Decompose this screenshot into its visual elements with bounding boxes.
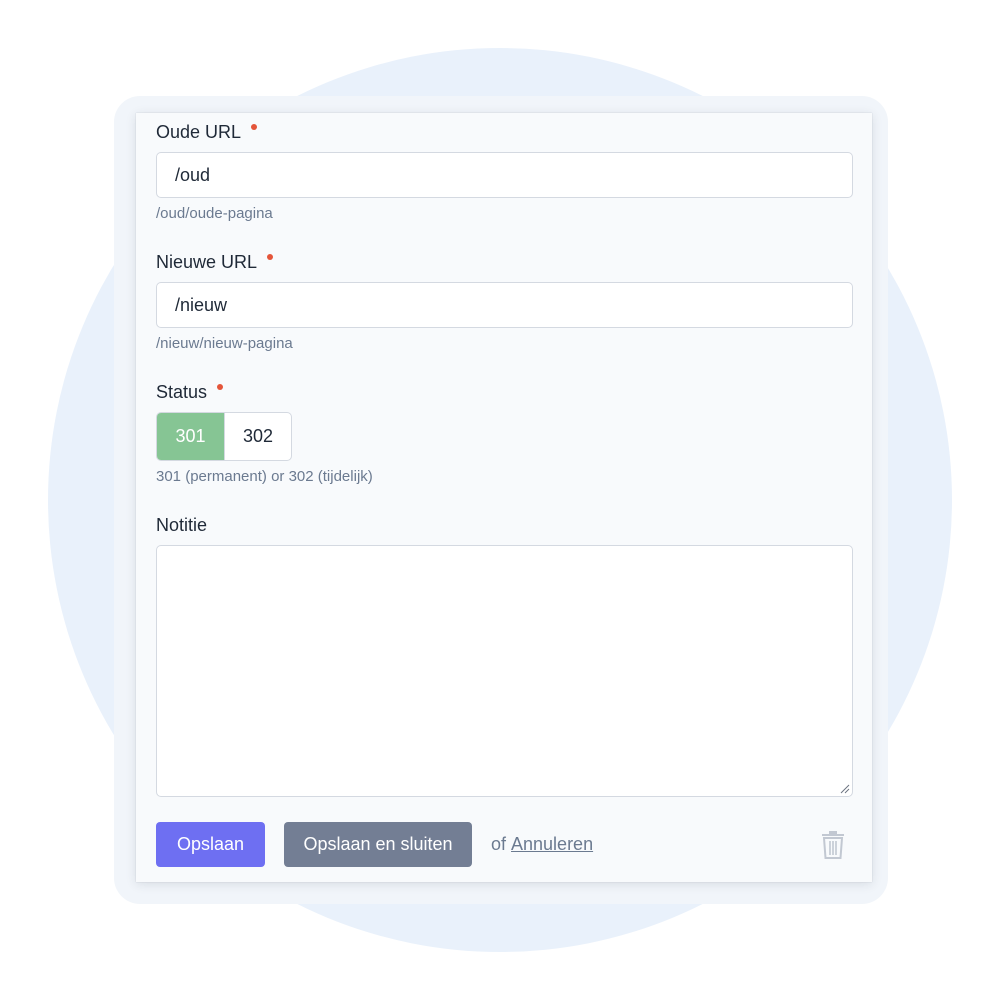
status-option-302[interactable]: 302 [224, 413, 291, 460]
redirect-form: Oude URL /oud /oud/oude-pagina Nieuwe UR… [136, 113, 872, 882]
required-indicator [267, 254, 274, 260]
note-label: Notitie [156, 515, 207, 536]
required-indicator [217, 384, 224, 390]
or-text: of [491, 834, 507, 854]
new-url-label: Nieuwe URL [156, 252, 274, 273]
status-label: Status [156, 382, 224, 403]
old-url-hint: /oud/oude-pagina [156, 205, 273, 222]
trash-icon[interactable] [821, 831, 845, 859]
note-textarea[interactable] [156, 545, 853, 797]
cancel-link[interactable]: Annuleren [511, 834, 593, 854]
save-button[interactable]: Opslaan [156, 822, 265, 867]
new-url-label-text: Nieuwe URL [156, 252, 258, 272]
new-url-value: /nieuw [175, 294, 228, 315]
status-toggle: 301 302 [156, 412, 292, 461]
resize-handle-icon[interactable] [840, 784, 850, 794]
cancel-wrapper: of Annuleren [491, 834, 593, 855]
save-and-close-button[interactable]: Opslaan en sluiten [284, 822, 472, 867]
status-hint: 301 (permanent) or 302 (tijdelijk) [156, 468, 373, 485]
required-indicator [251, 124, 258, 130]
new-url-hint: /nieuw/nieuw-pagina [156, 335, 293, 352]
new-url-input[interactable]: /nieuw [156, 282, 853, 328]
old-url-label: Oude URL [156, 122, 258, 143]
old-url-input[interactable]: /oud [156, 152, 853, 198]
old-url-label-text: Oude URL [156, 122, 242, 142]
status-option-301[interactable]: 301 [157, 413, 224, 460]
status-label-text: Status [156, 382, 208, 402]
old-url-value: /oud [175, 164, 211, 185]
note-label-text: Notitie [156, 515, 208, 535]
